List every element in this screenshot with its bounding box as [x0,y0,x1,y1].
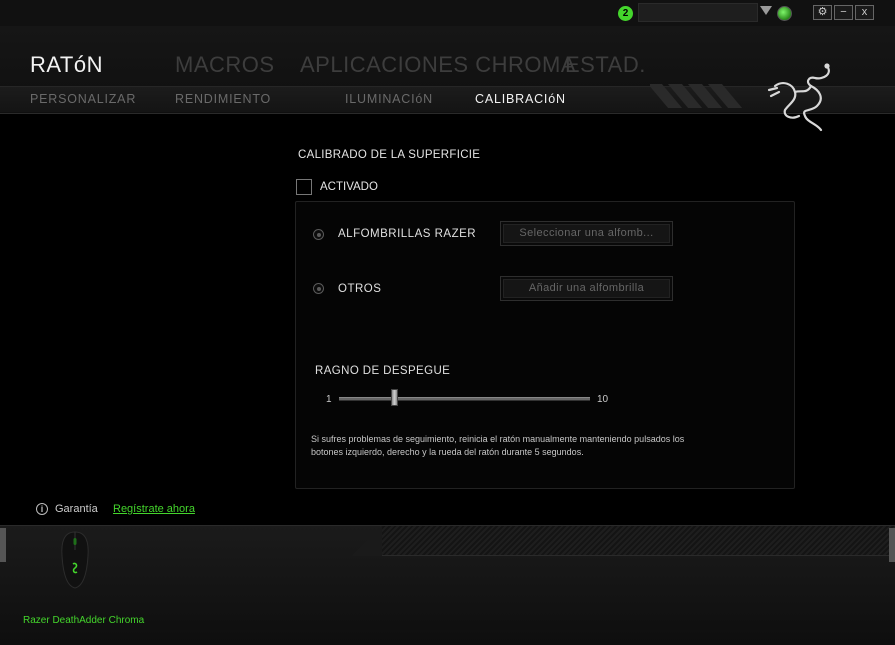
mouse-device-icon[interactable] [58,530,92,590]
minimize-button[interactable]: − [834,5,853,20]
radio-other-mats-label: OTROS [338,283,382,295]
chevron-down-icon[interactable] [760,6,772,15]
user-account-field[interactable] [638,3,758,22]
lift-range-slider-thumb[interactable] [391,389,399,406]
info-icon: i [36,503,48,515]
enable-calibration-label: ACTIVADO [320,181,378,193]
select-mat-button[interactable]: Seleccionar una alfomb... [500,221,673,246]
device-scroll-left[interactable] [0,528,6,562]
lift-range-min: 1 [326,394,332,405]
device-scroll-right[interactable] [889,528,895,562]
main-header: RATóN MACROS APLICACIONES CHROMA ESTAD. … [0,26,895,132]
sub-navigation: PERSONALIZAR RENDIMIENTO ILUMINACIóN CAL… [0,86,895,112]
lift-range-slider-track[interactable] [339,397,590,401]
subtab-iluminacion[interactable]: ILUMINACIóN [345,92,433,106]
decorative-stripes [650,84,750,108]
online-status-icon[interactable] [777,6,792,21]
device-bar-pattern [352,526,895,556]
enable-calibration-checkbox[interactable] [296,179,312,195]
lift-range-title: RAGNO DE DESPEGUE [315,365,451,377]
tab-raton[interactable]: RATóN [30,52,103,78]
title-bar: 2 ⚙ − x [0,0,895,26]
subtab-calibracion[interactable]: CALIBRACIóN [475,92,566,106]
close-button[interactable]: x [855,5,874,20]
tab-chroma-apps[interactable]: APLICACIONES CHROMA [300,52,576,78]
select-mat-button-label: Seleccionar una alfomb... [503,224,670,243]
subtab-rendimiento[interactable]: RENDIMIENTO [175,92,271,106]
radio-other-mats[interactable] [313,283,324,294]
notification-badge[interactable]: 2 [618,6,633,21]
device-bar [0,525,895,645]
lift-range-max: 10 [597,394,609,405]
tab-stats[interactable]: ESTAD. [565,52,646,78]
register-link[interactable]: Regístrate ahora [113,503,195,515]
help-text: Si sufres problemas de seguimiento, rein… [311,434,685,457]
radio-razer-mats-label: ALFOMBRILLAS RAZER [338,228,477,240]
add-mat-button-label: Añadir una alfombrilla [503,279,670,298]
settings-button[interactable]: ⚙ [813,5,832,20]
subtab-personalizar[interactable]: PERSONALIZAR [30,92,136,106]
section-title: CALIBRADO DE LA SUPERFICIE [298,149,481,161]
device-name[interactable]: Razer DeathAdder Chroma [23,615,144,626]
warranty-label: Garantía [55,503,98,515]
tab-macros[interactable]: MACROS [175,52,275,78]
radio-razer-mats[interactable] [313,229,324,240]
add-mat-button[interactable]: Añadir una alfombrilla [500,276,673,301]
razer-logo [767,63,830,132]
